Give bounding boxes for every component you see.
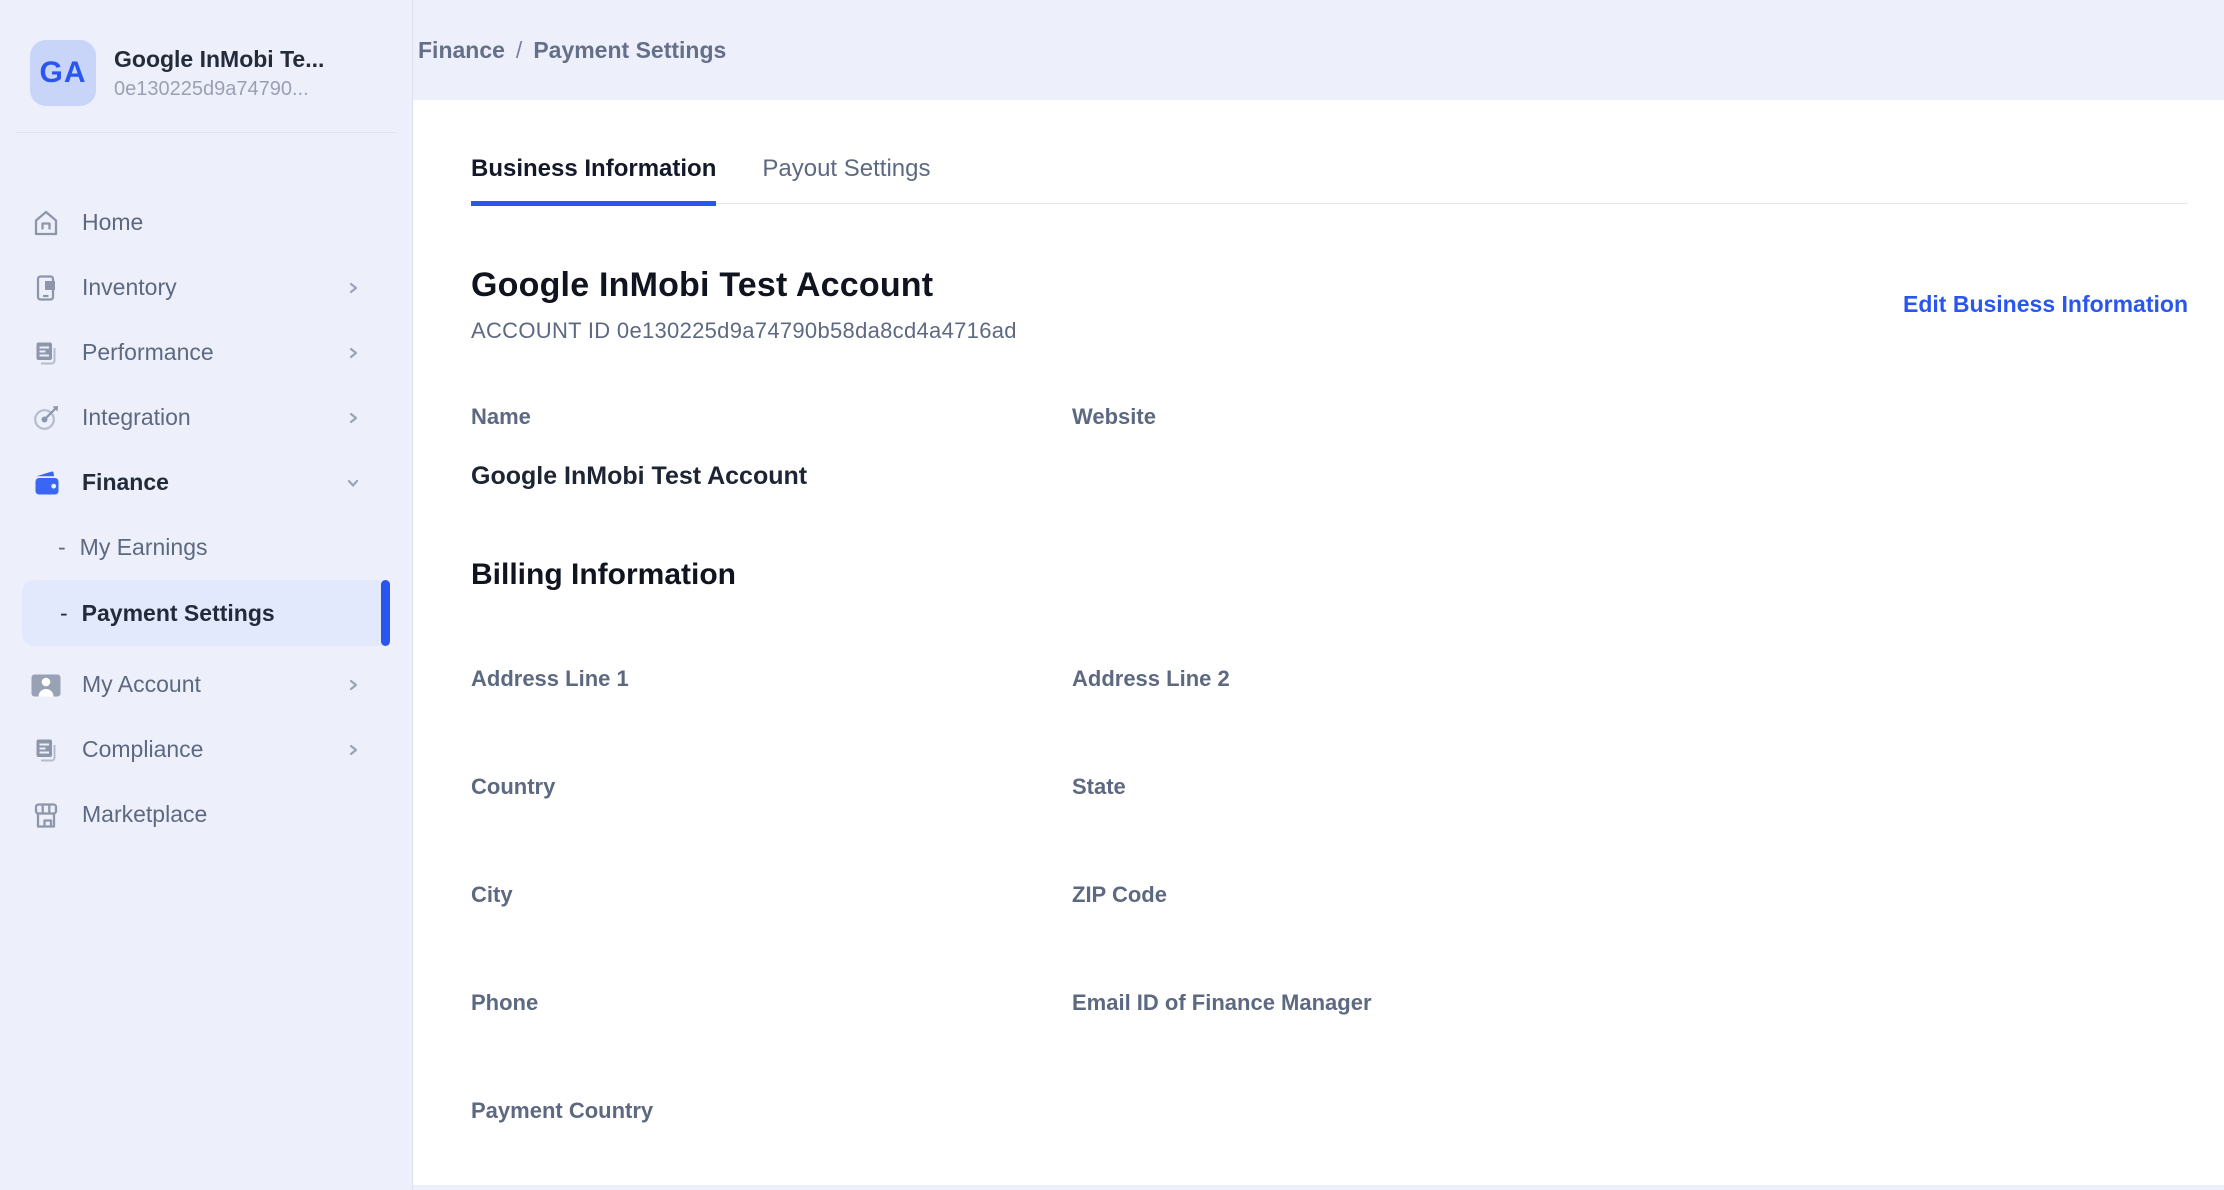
business-header: Google InMobi Test Account ACCOUNT ID 0e… xyxy=(471,264,2188,344)
chevron-right-icon xyxy=(346,411,360,425)
home-icon xyxy=(30,207,62,239)
billing-fields: Address Line 1 Address Line 2 Country St… xyxy=(471,666,2188,1185)
tab-bar: Business Information Payout Settings xyxy=(471,100,2188,204)
field-zip-code: ZIP Code xyxy=(1072,882,2188,990)
field-phone: Phone xyxy=(471,990,1072,1098)
profile-account-id: 0e130225d9a74790... xyxy=(114,77,324,101)
sidebar-item-inventory[interactable]: Inventory xyxy=(0,255,412,320)
field-label-phone: Phone xyxy=(471,990,1072,1016)
field-value-zip-code xyxy=(1072,938,2188,970)
storefront-icon xyxy=(30,799,62,831)
sidebar-subitem-label: Payment Settings xyxy=(82,600,275,627)
field-country: Country xyxy=(471,774,1072,882)
sidebar: GA Google InMobi Te... 0e130225d9a74790.… xyxy=(0,0,413,1190)
business-account-id: ACCOUNT ID 0e130225d9a74790b58da8cd4a471… xyxy=(471,318,1017,344)
field-value-country xyxy=(471,830,1072,862)
sidebar-item-label: Home xyxy=(82,209,360,236)
field-label-city: City xyxy=(471,882,1072,908)
subitem-bullet: - xyxy=(60,600,68,627)
sidebar-item-label: Compliance xyxy=(82,736,346,763)
subitem-bullet: - xyxy=(58,534,66,561)
field-label-website: Website xyxy=(1072,404,2188,430)
field-value-address-line-1 xyxy=(471,722,1072,754)
field-name: Name Google InMobi Test Account xyxy=(471,404,1072,492)
chevron-right-icon xyxy=(346,281,360,295)
business-title: Google InMobi Test Account xyxy=(471,264,1017,306)
chevron-right-icon xyxy=(346,743,360,757)
field-state: State xyxy=(1072,774,2188,882)
business-fields: Name Google InMobi Test Account Website xyxy=(471,404,2188,492)
sidebar-divider xyxy=(16,132,396,133)
field-payment-country: Payment Country xyxy=(471,1098,1072,1185)
sidebar-item-label: Inventory xyxy=(82,274,346,301)
profile-text: Google InMobi Te... 0e130225d9a74790... xyxy=(114,45,324,101)
breadcrumb-payment-settings[interactable]: Payment Settings xyxy=(533,37,726,64)
sidebar-item-finance[interactable]: Finance xyxy=(0,450,412,515)
app-root: GA Google InMobi Te... 0e130225d9a74790.… xyxy=(0,0,2224,1190)
field-label-address-line-1: Address Line 1 xyxy=(471,666,1072,692)
field-value-city xyxy=(471,938,1072,970)
sidebar-subitem-label: My Earnings xyxy=(80,534,208,561)
performance-icon xyxy=(30,337,62,369)
sidebar-item-label: Finance xyxy=(82,469,346,496)
sidebar-item-label: Performance xyxy=(82,339,346,366)
billing-information-heading: Billing Information xyxy=(471,556,2188,594)
profile-name: Google InMobi Te... xyxy=(114,45,324,73)
field-label-state: State xyxy=(1072,774,2188,800)
wallet-icon xyxy=(30,467,62,499)
account-profile[interactable]: GA Google InMobi Te... 0e130225d9a74790.… xyxy=(0,0,412,106)
edit-business-information-link[interactable]: Edit Business Information xyxy=(1903,291,2188,318)
integration-icon xyxy=(30,402,62,434)
tab-payout-settings[interactable]: Payout Settings xyxy=(762,154,930,203)
avatar[interactable]: GA xyxy=(30,40,96,106)
field-value-name: Google InMobi Test Account xyxy=(471,460,1072,492)
chevron-right-icon xyxy=(346,678,360,692)
field-address-line-1: Address Line 1 xyxy=(471,666,1072,774)
field-value-state xyxy=(1072,830,2188,862)
tab-business-information[interactable]: Business Information xyxy=(471,154,716,206)
user-icon xyxy=(30,669,62,701)
sidebar-nav: Home Inventory xyxy=(0,190,412,847)
field-label-zip-code: ZIP Code xyxy=(1072,882,2188,908)
breadcrumb: Finance / Payment Settings xyxy=(418,37,726,64)
sidebar-subitem-my-earnings[interactable]: - My Earnings xyxy=(0,515,412,579)
compliance-icon xyxy=(30,734,62,766)
breadcrumb-finance[interactable]: Finance xyxy=(418,37,505,64)
field-value-phone xyxy=(471,1046,1072,1078)
field-website: Website xyxy=(1072,404,2188,492)
sidebar-item-label: Integration xyxy=(82,404,346,431)
topbar: Finance / Payment Settings xyxy=(413,0,2224,100)
field-value-payment-country xyxy=(471,1154,1072,1185)
sidebar-item-my-account[interactable]: My Account xyxy=(0,652,412,717)
sidebar-item-home[interactable]: Home xyxy=(0,190,412,255)
sidebar-item-marketplace[interactable]: Marketplace xyxy=(0,782,412,847)
field-label-country: Country xyxy=(471,774,1072,800)
sidebar-item-label: Marketplace xyxy=(82,801,360,828)
business-title-block: Google InMobi Test Account ACCOUNT ID 0e… xyxy=(471,264,1017,344)
sidebar-item-performance[interactable]: Performance xyxy=(0,320,412,385)
field-label-address-line-2: Address Line 2 xyxy=(1072,666,2188,692)
selected-indicator-bar xyxy=(381,580,390,646)
chevron-down-icon xyxy=(346,476,360,490)
sidebar-item-integration[interactable]: Integration xyxy=(0,385,412,450)
field-label-name: Name xyxy=(471,404,1072,430)
payment-settings-card: Business Information Payout Settings Goo… xyxy=(413,100,2224,1185)
chevron-right-icon xyxy=(346,346,360,360)
field-label-payment-country: Payment Country xyxy=(471,1098,1072,1124)
inventory-icon xyxy=(30,272,62,304)
sidebar-item-label: My Account xyxy=(82,671,346,698)
field-label-email-finance-manager: Email ID of Finance Manager xyxy=(1072,990,2188,1016)
main-content: Finance / Payment Settings Business Info… xyxy=(413,0,2224,1190)
breadcrumb-separator: / xyxy=(516,37,522,64)
field-value-email-finance-manager xyxy=(1072,1046,2188,1078)
field-value-website xyxy=(1072,460,2188,492)
field-value-address-line-2 xyxy=(1072,722,2188,754)
field-address-line-2: Address Line 2 xyxy=(1072,666,2188,774)
field-email-finance-manager: Email ID of Finance Manager xyxy=(1072,990,2188,1098)
sidebar-item-compliance[interactable]: Compliance xyxy=(0,717,412,782)
field-city: City xyxy=(471,882,1072,990)
sidebar-subitem-payment-settings[interactable]: - Payment Settings xyxy=(22,580,390,646)
